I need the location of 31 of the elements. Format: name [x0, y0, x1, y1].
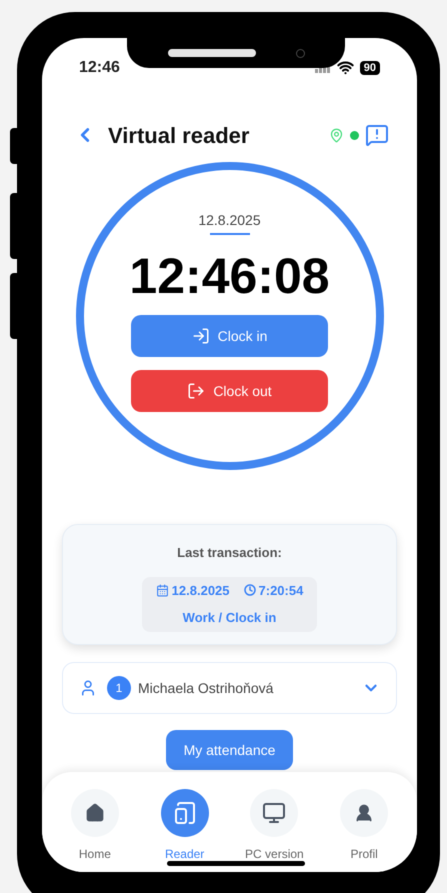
transaction-type: Work / Clock in: [182, 609, 276, 627]
transaction-time: 7:20:54: [258, 582, 304, 600]
status-time: 12:46: [79, 58, 120, 78]
person-icon: [79, 679, 97, 697]
tablet-icon: [172, 801, 197, 825]
page-title: Virtual reader: [108, 122, 250, 150]
alert-message-icon: [365, 123, 389, 147]
clock-in-button[interactable]: Clock in: [131, 315, 328, 357]
nav-tab[interactable]: Profil: [324, 789, 404, 872]
attendance-button[interactable]: My attendance: [166, 730, 293, 770]
date-label: 12.8.2025: [198, 211, 261, 230]
user-badge: 1: [107, 676, 131, 700]
clock-icon: [244, 584, 256, 596]
user-icon: [354, 803, 374, 823]
nav-tab[interactable]: Home: [54, 789, 135, 872]
monitor-icon: [262, 801, 286, 825]
clock-out-button[interactable]: Clock out: [131, 370, 328, 412]
camera-icon: [296, 48, 304, 58]
user-selector[interactable]: 1 Michaela Ostrihoňová: [62, 662, 397, 714]
clock-time: 12:46:08: [129, 251, 330, 301]
battery-indicator: 90: [360, 60, 380, 74]
wifi-icon: [336, 59, 354, 76]
calendar-icon: [156, 584, 169, 597]
logout-icon: [187, 382, 206, 400]
transaction-date: 12.8.2025: [172, 582, 230, 600]
user-name: Michaela Ostrihoňová: [138, 678, 274, 698]
location-pin-icon: [329, 128, 344, 142]
login-icon: [192, 327, 210, 345]
card-title: Last transaction:: [177, 544, 282, 562]
home-icon: [84, 803, 105, 823]
report-button[interactable]: [365, 123, 389, 147]
